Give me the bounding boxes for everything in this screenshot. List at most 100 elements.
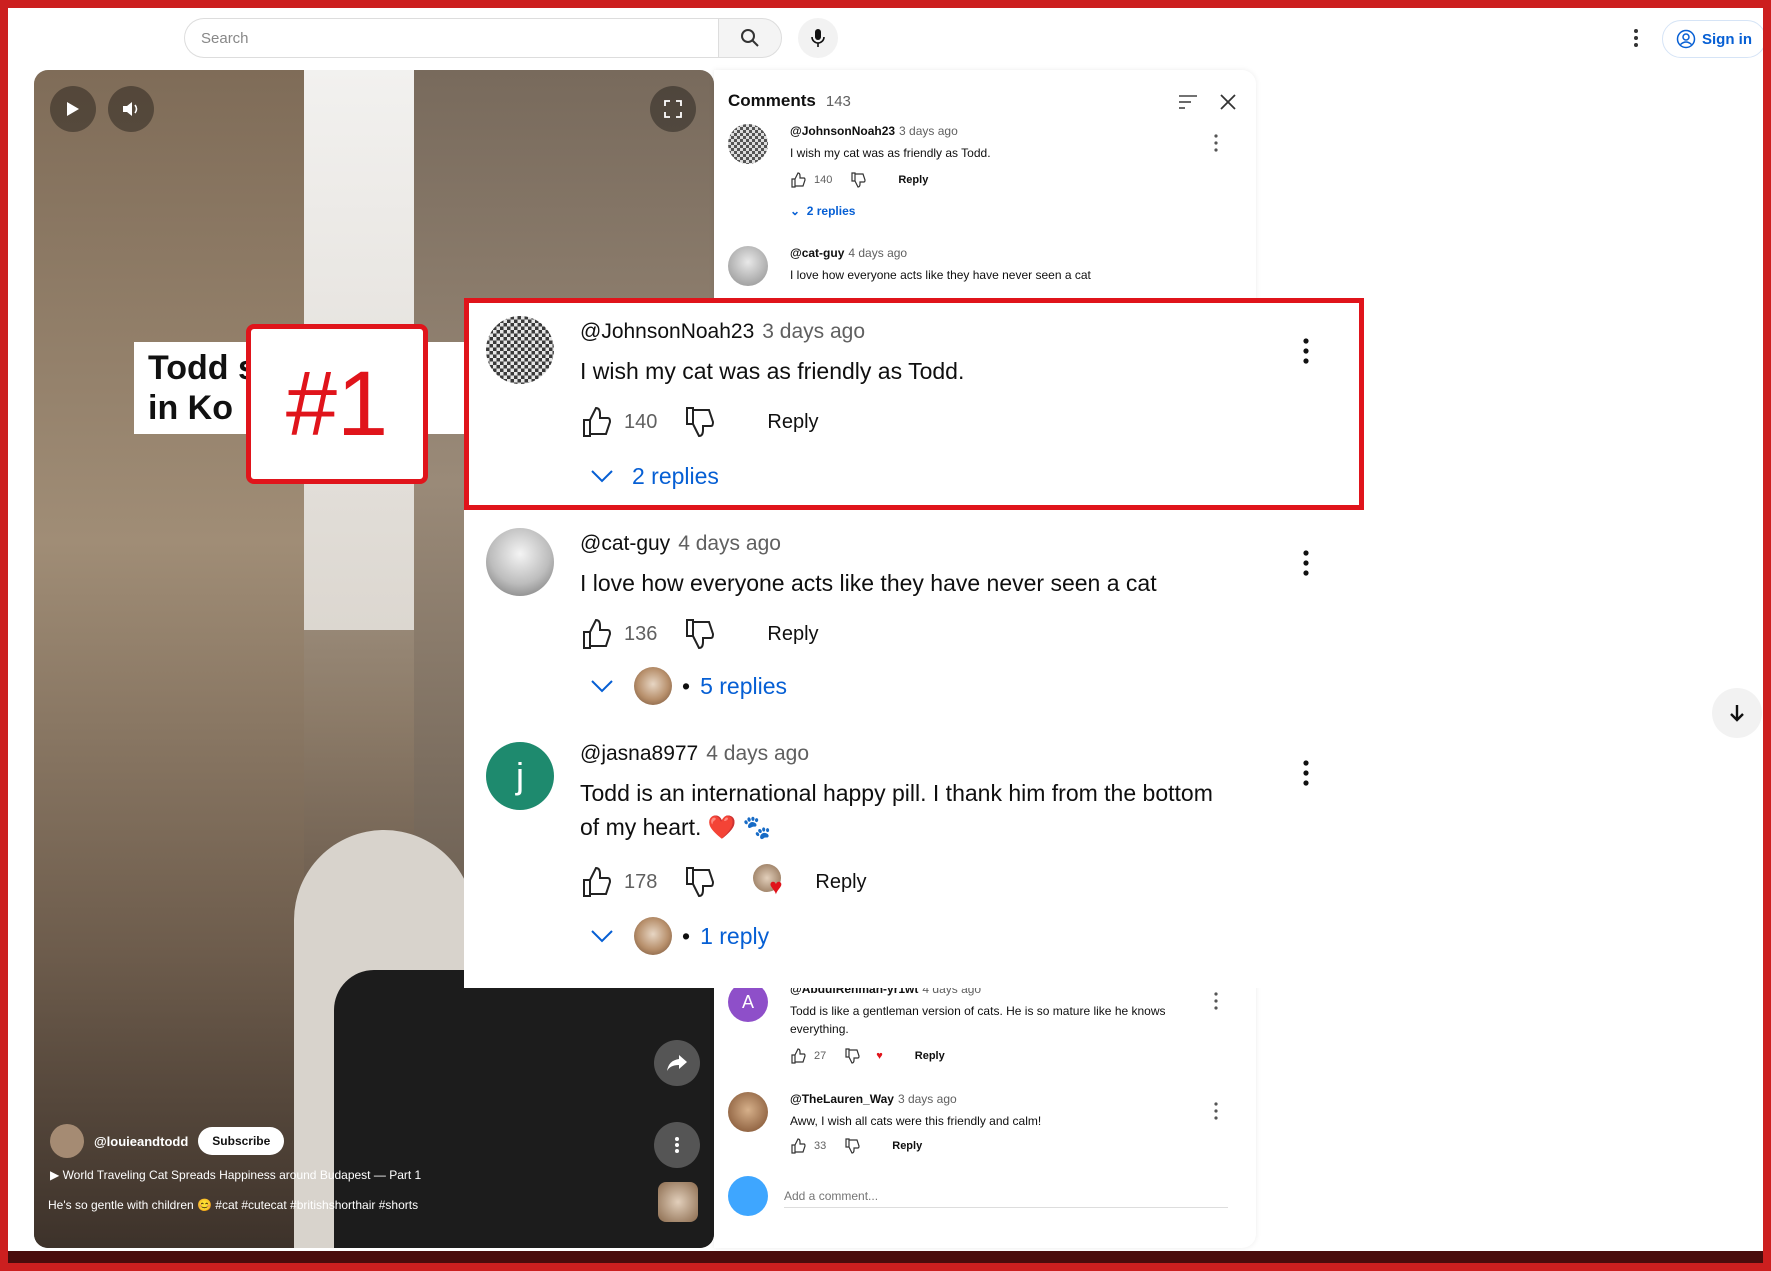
scroll-down-button[interactable] xyxy=(1712,688,1762,738)
chevron-down-icon xyxy=(591,680,613,693)
comment-actions: 140 Reply xyxy=(790,172,928,188)
close-comments-button[interactable] xyxy=(1214,88,1242,116)
playlist-play-icon: ▶ xyxy=(50,1168,63,1182)
video-description: He's so gentle with children 😊 #cat #cut… xyxy=(48,1198,419,1212)
video-building-left xyxy=(34,70,304,1248)
comment-actions: 178 ♥ Reply xyxy=(580,862,867,902)
mic-icon xyxy=(811,29,825,47)
comment-text: I love how everyone acts like they have … xyxy=(790,268,1091,282)
account-icon xyxy=(1676,29,1696,49)
arrow-down-icon xyxy=(1730,705,1744,722)
comment-text: I love how everyone acts like they have … xyxy=(580,570,1157,596)
zoomed-comment-catguy: @cat-guy 4 days ago I love how everyone a… xyxy=(464,510,1344,720)
zoomed-comment-jasna: j @jasna8977 4 days ago Todd is an intern… xyxy=(464,720,1344,988)
panel-comment: @JohnsonNoah23 3 days ago I wish my cat w… xyxy=(728,124,1228,234)
volume-button[interactable] xyxy=(108,86,154,132)
reply-button[interactable]: Reply xyxy=(767,623,818,646)
sort-button[interactable] xyxy=(1174,88,1202,116)
share-button[interactable] xyxy=(654,1040,700,1086)
separator-dot: • xyxy=(682,922,691,949)
add-comment-input[interactable] xyxy=(784,1184,1228,1208)
comment-avatar[interactable] xyxy=(728,124,768,164)
more-vertical-icon xyxy=(1634,29,1638,47)
replies-label: 1 reply xyxy=(700,922,770,949)
comment-avatar[interactable] xyxy=(486,528,554,596)
like-icon[interactable] xyxy=(580,618,612,650)
comment-text: Todd is an international happy pill. I t… xyxy=(580,776,1260,844)
comment-author[interactable]: @cat-guy 4 days ago xyxy=(580,532,781,556)
mic-button[interactable] xyxy=(798,18,838,58)
highlight-label: #1 xyxy=(246,324,428,484)
search-icon xyxy=(741,29,759,47)
reply-button[interactable]: Reply xyxy=(898,174,928,186)
more-vertical-icon[interactable] xyxy=(1210,990,1222,1012)
dislike-icon[interactable] xyxy=(683,866,715,898)
reply-button[interactable]: Reply xyxy=(915,1050,945,1062)
like-icon[interactable] xyxy=(580,866,612,898)
comment-avatar[interactable] xyxy=(728,246,768,286)
panel-comment: @cat-guy 4 days ago I love how everyone a… xyxy=(728,246,1228,296)
comments-count: 143 xyxy=(825,92,851,110)
comment-more-button[interactable] xyxy=(1296,546,1316,580)
close-icon xyxy=(1220,94,1236,110)
replies-label: 5 replies xyxy=(700,672,787,699)
like-count: 140 xyxy=(814,174,833,186)
comment-actions: 136 Reply xyxy=(580,614,819,654)
more-vertical-icon[interactable] xyxy=(1210,132,1222,154)
sign-in-button[interactable]: Sign in xyxy=(1662,20,1763,58)
playlist-link[interactable]: ▶ World Traveling Cat Spreads Happiness … xyxy=(50,1168,421,1182)
screenshot-frame: Search Sign in Todd s ha in Ko ne xyxy=(0,0,1771,1271)
sort-icon xyxy=(1179,95,1197,109)
creator-heart-icon: ♥ xyxy=(876,1050,883,1062)
comment-author[interactable]: @TheLauren_Way 3 days ago xyxy=(790,1092,957,1106)
channel-avatar[interactable] xyxy=(50,1124,84,1158)
video-more-button[interactable] xyxy=(654,1122,700,1168)
comments-header: Comments 143 xyxy=(728,84,1238,118)
channel-name[interactable]: @louieandtodd xyxy=(94,1134,188,1149)
reply-button[interactable]: Reply xyxy=(892,1140,922,1152)
fullscreen-icon xyxy=(664,100,682,118)
comment-more-button[interactable] xyxy=(1296,756,1316,790)
search-input[interactable]: Search xyxy=(184,18,718,58)
fullscreen-button[interactable] xyxy=(650,86,696,132)
comment-text-line2: of my heart. ❤️ 🐾 xyxy=(580,814,772,840)
dislike-icon[interactable] xyxy=(844,1048,860,1064)
like-icon[interactable] xyxy=(790,172,806,188)
comment-actions: 27 ♥ Reply xyxy=(790,1048,945,1064)
play-button[interactable] xyxy=(50,86,96,132)
dislike-icon[interactable] xyxy=(844,1138,860,1154)
sign-in-label: Sign in xyxy=(1702,30,1752,48)
view-replies-button[interactable]: ⌄ 2 replies xyxy=(790,204,855,218)
comment-text: Todd is like a gentleman version of cats… xyxy=(790,1004,1166,1036)
reply-button[interactable]: Reply xyxy=(815,871,866,894)
comment-author[interactable]: @cat-guy 4 days ago xyxy=(790,246,907,260)
volume-icon xyxy=(123,102,138,116)
creator-avatar xyxy=(634,917,672,955)
like-icon[interactable] xyxy=(790,1048,806,1064)
comments-title: Comments xyxy=(728,91,816,110)
comment-author[interactable]: @jasna8977 4 days ago xyxy=(580,742,809,766)
playlist-text: World Traveling Cat Spreads Happiness ar… xyxy=(62,1168,422,1182)
sound-thumbnail[interactable] xyxy=(658,1182,698,1222)
play-icon xyxy=(67,102,79,116)
creator-avatar xyxy=(634,667,672,705)
search-button[interactable] xyxy=(718,18,782,58)
view-replies-button[interactable]: • 5 replies xyxy=(580,666,787,706)
dislike-icon[interactable] xyxy=(850,172,866,188)
comment-text-line1: Todd is an international happy pill. I t… xyxy=(580,780,1213,806)
comment-avatar[interactable]: j xyxy=(486,742,554,810)
like-count: 178 xyxy=(624,870,658,893)
share-icon xyxy=(667,1055,687,1071)
dislike-icon[interactable] xyxy=(683,618,715,650)
view-replies-button[interactable]: • 1 reply xyxy=(580,916,769,956)
comment-avatar[interactable]: A xyxy=(728,982,768,1022)
frame-bottom-edge xyxy=(8,1251,1763,1263)
subscribe-button[interactable]: Subscribe xyxy=(198,1127,285,1155)
settings-more-button[interactable] xyxy=(1624,22,1648,54)
comment-avatar[interactable] xyxy=(728,1092,768,1132)
like-icon[interactable] xyxy=(790,1138,806,1154)
add-comment-row xyxy=(728,1174,1228,1218)
user-avatar xyxy=(728,1176,768,1216)
more-vertical-icon[interactable] xyxy=(1210,1100,1222,1122)
comment-author[interactable]: @JohnsonNoah23 3 days ago xyxy=(790,124,958,138)
